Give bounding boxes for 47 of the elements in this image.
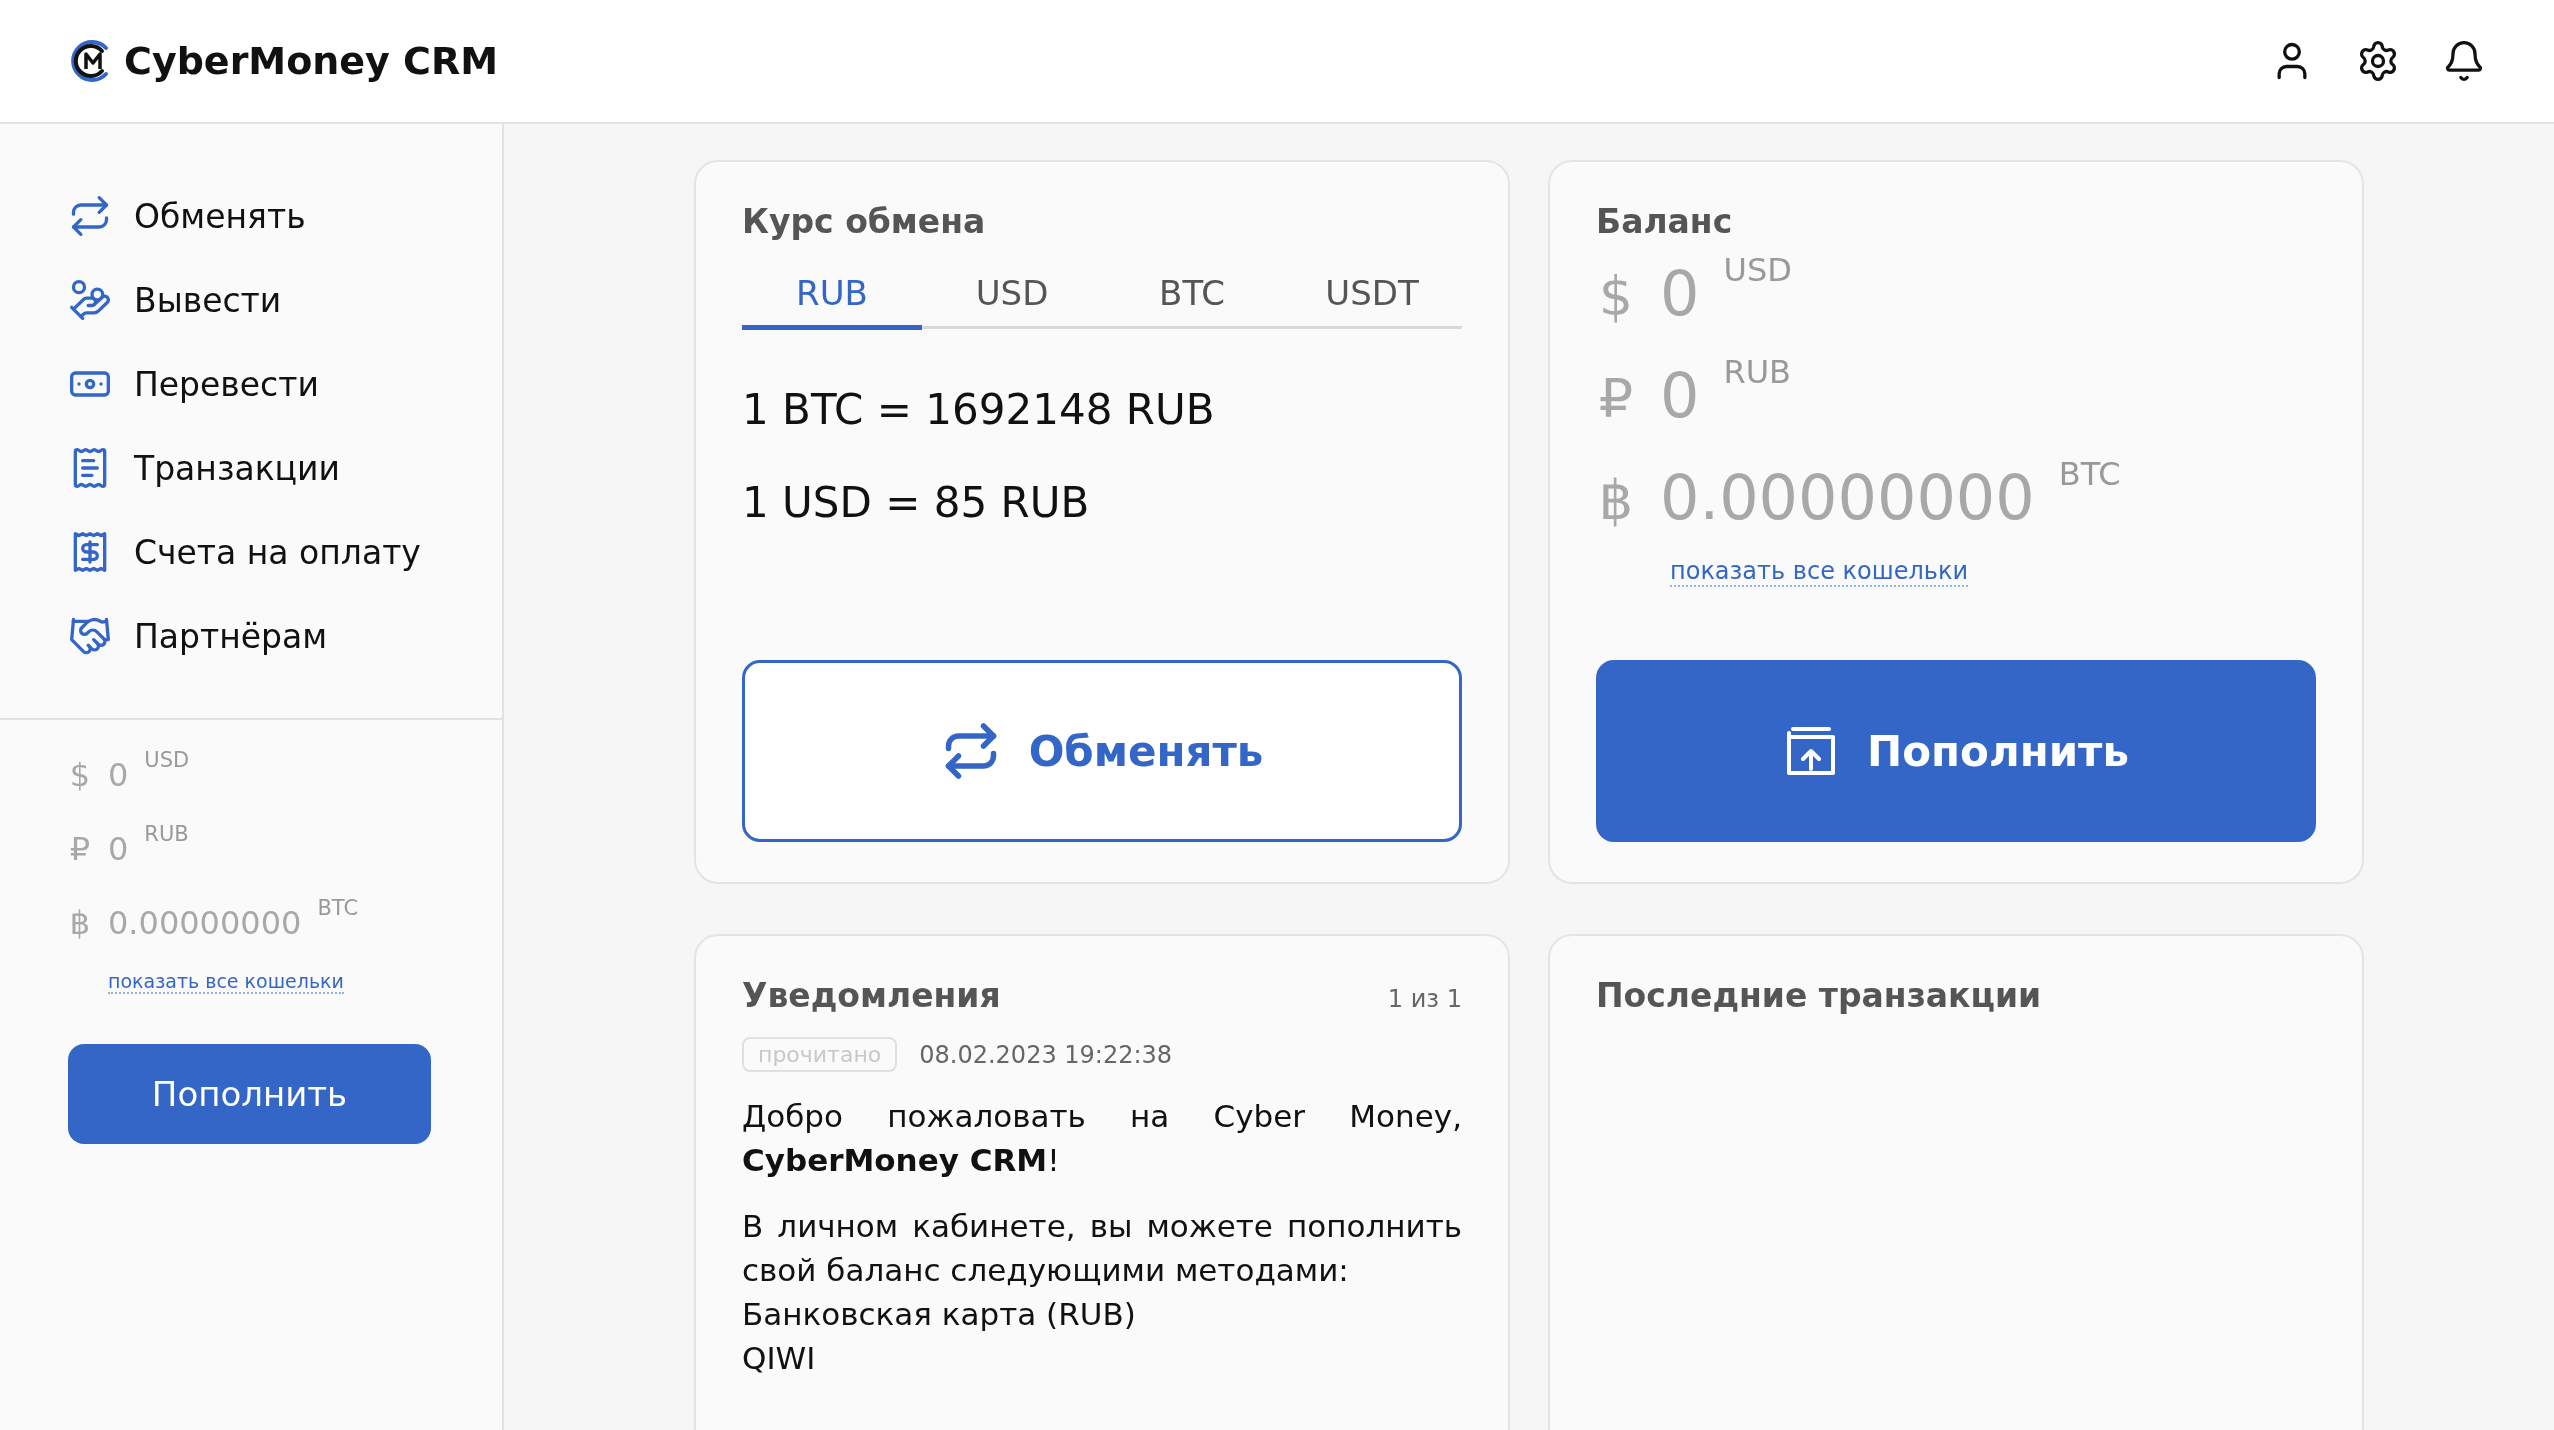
show-wallets-link[interactable]: показать все кошельки — [108, 970, 344, 994]
wallet-amount: 0.00000000 — [1660, 461, 2035, 534]
currency-symbol: ฿ — [68, 904, 92, 942]
currency-tab[interactable]: RUB — [742, 263, 922, 330]
notification-date: 08.02.2023 19:22:38 — [919, 1040, 1173, 1069]
currency-code: RUB — [1723, 353, 1792, 391]
nav-item[interactable]: Обменять — [68, 184, 434, 248]
show-wallets-link[interactable]: показать все кошельки — [1670, 557, 1969, 587]
currency-code: USD — [1723, 251, 1792, 289]
currency-symbol: ₽ — [68, 830, 92, 868]
currency-symbol: ฿ — [1597, 469, 1635, 532]
card-title: Последние транзакции — [1596, 976, 2043, 1015]
card-title: Курс обмена — [742, 202, 987, 241]
currency-code: USD — [144, 748, 190, 772]
top-up-button[interactable]: Пополнить — [1596, 660, 2316, 842]
wallet-amount: 0 — [1660, 359, 1700, 432]
nav-item[interactable]: Партнёрам — [68, 604, 434, 668]
currency-symbol: $ — [1597, 265, 1635, 328]
currency-symbol: ₽ — [1597, 367, 1635, 430]
currency-tab[interactable]: BTC — [1102, 263, 1282, 330]
card-title: Баланс — [1596, 202, 1734, 241]
card-title: Уведомления — [742, 976, 1001, 1015]
currency-symbol: $ — [68, 756, 92, 794]
exchange-button[interactable]: Обменять — [742, 660, 1462, 842]
nav-item[interactable]: Перевести — [68, 352, 434, 416]
hand-coin-icon — [68, 278, 112, 322]
currency-code: BTC — [317, 896, 359, 920]
exchange-rate: 1 BTC = 1692148 RUB — [742, 385, 1216, 434]
wallet-amount: 0 — [1660, 257, 1700, 330]
nav-item[interactable]: Счета на оплату — [68, 520, 434, 584]
wallet-amount: 0 — [108, 830, 129, 868]
message-text: Банковская карта (RUB) — [742, 1295, 1137, 1334]
message-text: В личном кабинете, вы можете пополнить свой баланс следующими методами: — [742, 1207, 1462, 1290]
message-text: Добро пожаловать на Cyber Money, CyberMoney CRM! — [742, 1097, 1462, 1180]
currency-code: BTC — [2058, 455, 2121, 493]
wallet-amount: 0.00000000 — [108, 904, 302, 942]
currency-tab[interactable]: USDT — [1282, 263, 1462, 330]
top-up-button[interactable]: Пополнить — [68, 1044, 431, 1144]
currency-code: RUB — [144, 822, 189, 846]
wallet-amount: 0 — [108, 756, 129, 794]
exchange-rate: 1 USD = 85 RUB — [742, 478, 1091, 527]
nav-item[interactable]: Вывести — [68, 268, 434, 332]
notification-counter: 1 из 1 — [1387, 985, 1462, 1013]
logo-text: CyberMoney CRM — [124, 39, 499, 83]
currency-tab[interactable]: USD — [922, 263, 1102, 330]
nav-item[interactable]: Транзакции — [68, 436, 434, 500]
message-text: QIWI — [742, 1339, 817, 1378]
